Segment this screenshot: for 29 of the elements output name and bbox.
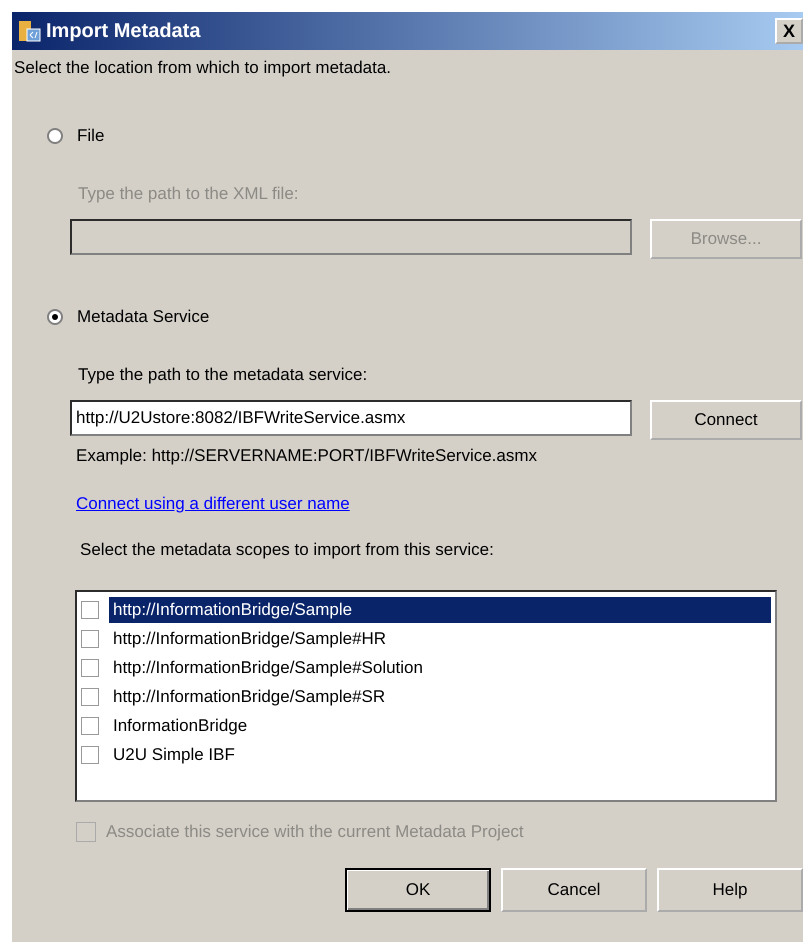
path-field[interactable]: http://U2Ustore:8082/IBFWriteService.asmx [70, 400, 632, 436]
dialog-button[interactable]: Cancel [501, 868, 647, 912]
dialog-button[interactable]: OK [345, 868, 491, 912]
radio-button[interactable] [47, 309, 63, 325]
scope-item[interactable]: http://InformationBridge/Sample#Solution [109, 654, 771, 680]
checkbox[interactable] [81, 600, 99, 618]
checkbox[interactable] [81, 688, 99, 706]
close-button[interactable]: X [775, 18, 803, 44]
checkbox[interactable] [81, 746, 99, 764]
checkbox[interactable] [81, 630, 99, 648]
scopes-label: Select the metadata scopes to import from this service: [80, 540, 495, 560]
user-name-link[interactable]: Connect using a different user name [76, 494, 350, 514]
checkbox[interactable] [81, 658, 99, 676]
scope-item[interactable]: http://InformationBridge/Sample#SR [109, 684, 771, 710]
field-label: Type the path to the metadata service: [78, 365, 368, 385]
checkbox[interactable] [81, 716, 99, 734]
instruction-text: Select the location from which to import metadata. [14, 58, 392, 78]
window-title: Import Metadata [46, 20, 202, 42]
scope-item[interactable]: InformationBridge [109, 712, 771, 738]
app-icon [18, 19, 42, 43]
scope-item[interactable]: http://InformationBridge/Sample#HR [109, 626, 771, 652]
field-label: Type the path to the XML file: [78, 184, 300, 204]
scope-list[interactable]: http://InformationBridge/Sample http://InformationBridge/Sample#HR http://InformationBridge/Sample#Solution http://InformationBridge/Sample#SR InformationBridge U2U Simple IBF [75, 590, 777, 802]
radio-label[interactable]: Metadata Service [77, 305, 210, 329]
scope-item[interactable]: http://InformationBridge/Sample [109, 596, 771, 622]
scope-item[interactable]: U2U Simple IBF [109, 742, 771, 768]
side-button[interactable]: Connect [650, 400, 802, 440]
example-text: Example: http://SERVERNAME:PORT/IBFWriteService.asmx [76, 446, 538, 466]
dialog-button[interactable]: Help [657, 868, 803, 912]
